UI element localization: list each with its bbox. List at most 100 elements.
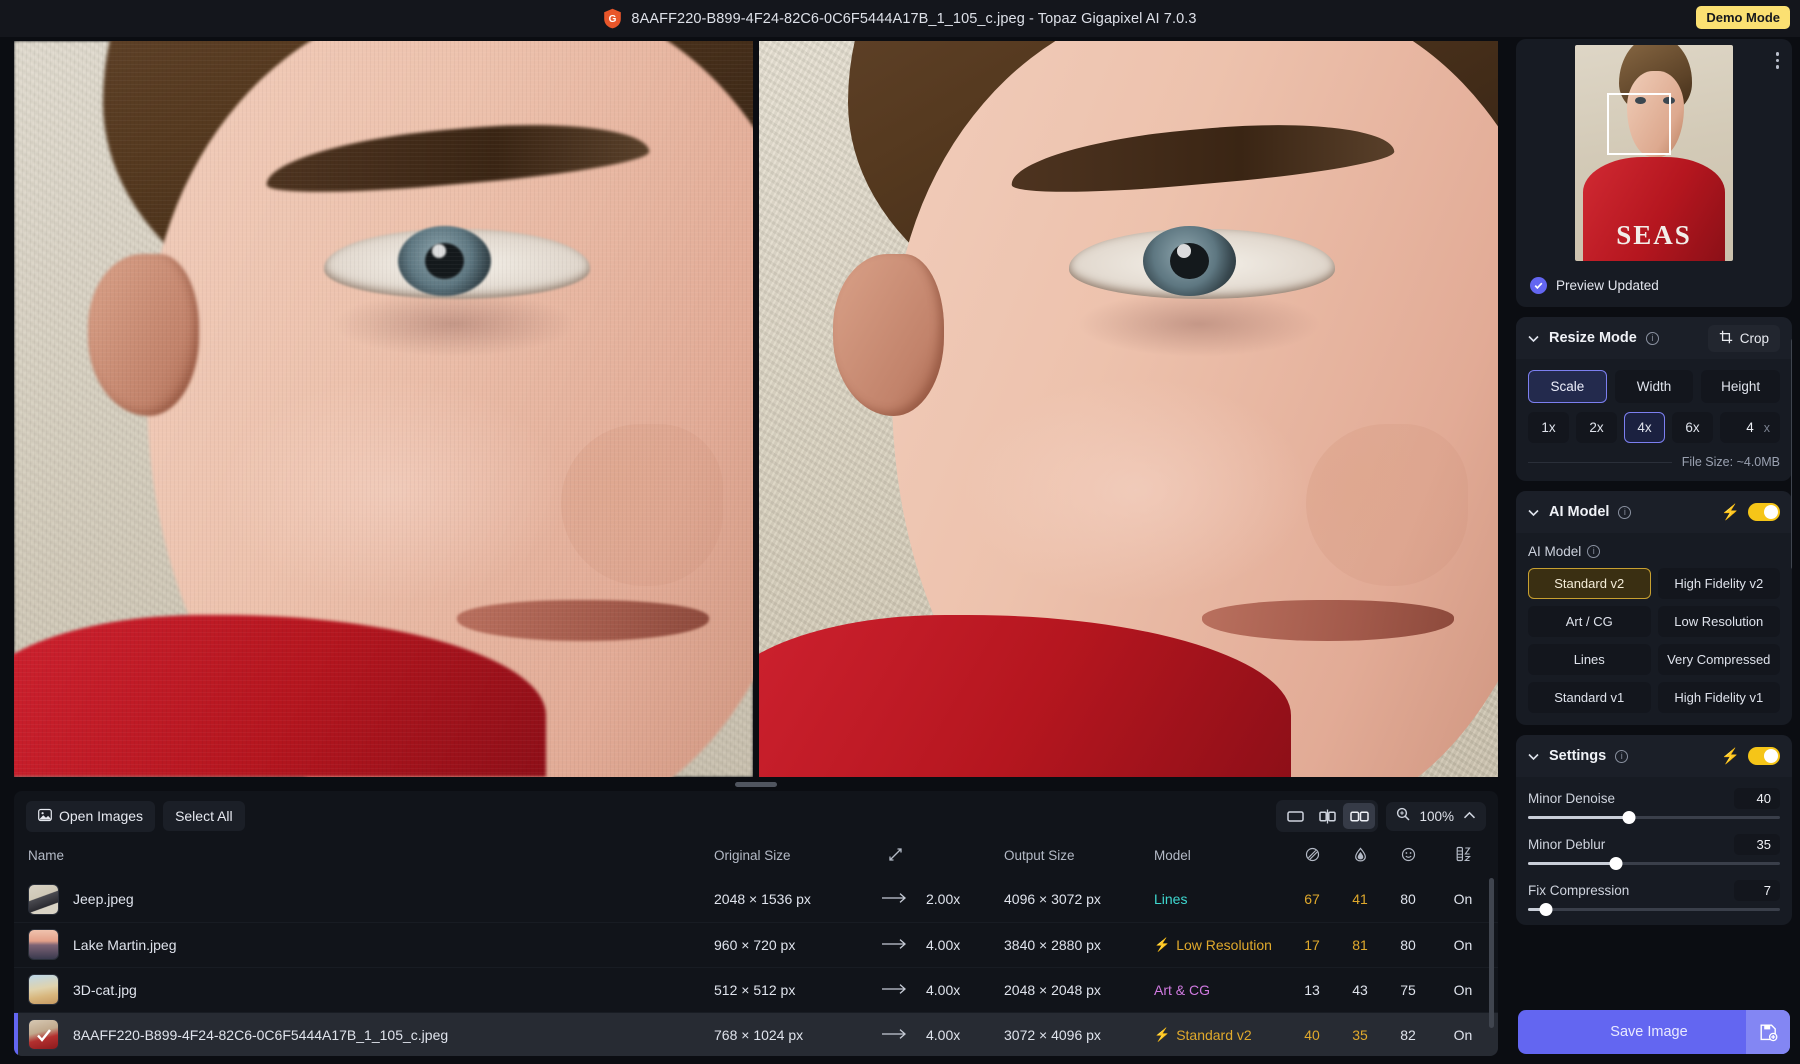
cell-name[interactable]: Jeep.jpeg: [14, 877, 714, 922]
select-all-button[interactable]: Select All: [163, 801, 245, 831]
slider-label: Fix Compression: [1528, 883, 1630, 898]
model-high-fidelity-v1[interactable]: High Fidelity v1: [1657, 682, 1780, 713]
model-lines[interactable]: Lines: [1528, 644, 1651, 675]
save-image-button[interactable]: Save Image: [1518, 1010, 1790, 1054]
header-model[interactable]: Model: [1154, 840, 1288, 877]
resize-mode-section: Resize Mode i Crop Scale Width Height 1x…: [1516, 317, 1792, 481]
row-file-name: Jeep.jpeg: [73, 891, 134, 908]
slider-track[interactable]: [1528, 903, 1780, 916]
row-model-label: Art & CG: [1154, 981, 1211, 998]
zoom-control[interactable]: 100%: [1386, 801, 1486, 831]
open-images-button[interactable]: Open Images: [26, 800, 156, 832]
info-icon[interactable]: i: [1615, 749, 1629, 763]
lightning-bolt-icon: ⚡: [1154, 937, 1171, 952]
resize-mode-height[interactable]: Height: [1701, 370, 1781, 403]
cell-original-size: 2048 × 1536 px: [714, 891, 811, 908]
info-icon[interactable]: i: [1618, 505, 1632, 519]
cell-model[interactable]: ⚡ Standard v2: [1154, 1012, 1288, 1056]
crop-button[interactable]: Crop: [1707, 324, 1780, 352]
cell-scale: 4.00x: [926, 981, 961, 998]
left-column: Open Images Select All 100% Name Origina…: [0, 37, 1512, 1064]
resize-mode-body: Scale Width Height 1x 2x 4x 6x 4 x File …: [1516, 359, 1792, 481]
file-table-scrollbar[interactable]: [1489, 878, 1494, 1028]
model-standard-v1[interactable]: Standard v1: [1528, 682, 1651, 713]
resize-arrow-icon: [864, 840, 926, 877]
row-delete-button[interactable]: [1494, 1012, 1498, 1056]
cell-denoise: 13: [1304, 981, 1320, 998]
cell-name[interactable]: 8AAFF220-B899-4F24-82C6-0C6F5444A17B_1_1…: [14, 1012, 714, 1056]
chevron-down-icon[interactable]: [1527, 506, 1540, 519]
slider-minor-denoise: Minor Denoise 40: [1528, 788, 1780, 824]
table-row[interactable]: 3D-cat.jpg 512 × 512 px 4.00x 2048 × 2048 p…: [14, 967, 1498, 1012]
scale-2x[interactable]: 2x: [1576, 412, 1617, 443]
cell-compression: On: [1453, 936, 1473, 953]
cell-name[interactable]: 3D-cat.jpg: [14, 967, 714, 1012]
image-comparison-preview[interactable]: [0, 37, 1512, 777]
save-file-icon[interactable]: [1746, 1010, 1790, 1054]
resize-mode-header[interactable]: Resize Mode i Crop: [1516, 317, 1792, 359]
slider-value[interactable]: 40: [1734, 788, 1780, 809]
chevron-down-icon[interactable]: [1527, 332, 1540, 345]
file-size-text: File Size: ~4.0MB: [1681, 455, 1780, 469]
settings-header[interactable]: Settings i ⚡: [1516, 735, 1792, 777]
row-delete-button[interactable]: [1494, 877, 1498, 922]
resize-mode-title: Resize Mode: [1549, 330, 1637, 346]
cell-model[interactable]: Art & CG: [1154, 967, 1288, 1012]
table-header-row: Name Original Size Output Size Model: [14, 840, 1498, 877]
slider-value[interactable]: 35: [1734, 834, 1780, 855]
preview-pane-original[interactable]: [14, 41, 753, 777]
table-row[interactable]: Jeep.jpeg 2048 × 1536 px 2.00x 4096 × 3072 …: [14, 877, 1498, 922]
slider-track[interactable]: [1528, 811, 1780, 824]
scale-4x[interactable]: 4x: [1624, 412, 1665, 443]
preview-pane-enhanced[interactable]: [759, 41, 1498, 777]
info-icon[interactable]: i: [1645, 331, 1659, 345]
ai-model-header[interactable]: AI Model i ⚡: [1516, 491, 1792, 533]
scale-6x[interactable]: 6x: [1672, 412, 1713, 443]
info-icon[interactable]: i: [1587, 545, 1601, 558]
resize-mode-scale[interactable]: Scale: [1528, 370, 1607, 403]
ai-model-toggle[interactable]: [1748, 503, 1780, 521]
ai-model-section: AI Model i ⚡ AI Model i Standard v2 High…: [1516, 491, 1792, 725]
cell-model[interactable]: ⚡ Low Resolution: [1154, 922, 1288, 967]
cell-model[interactable]: Lines: [1154, 877, 1288, 922]
row-delete-button[interactable]: [1494, 967, 1498, 1012]
cell-face: 75: [1400, 981, 1416, 998]
single-view-icon[interactable]: [1279, 803, 1311, 829]
title-wrap: G 8AAFF220-B899-4F24-82C6-0C6F5444A17B_1…: [603, 8, 1196, 29]
settings-toggle[interactable]: [1748, 747, 1780, 765]
header-name[interactable]: Name: [14, 840, 714, 877]
scale-1x[interactable]: 1x: [1528, 412, 1569, 443]
header-output-size[interactable]: Output Size: [1004, 840, 1154, 877]
chevron-up-icon[interactable]: [1463, 807, 1476, 825]
model-low-resolution[interactable]: Low Resolution: [1657, 606, 1780, 637]
row-arrow-icon: [864, 877, 926, 922]
sidebar-scrollbar[interactable]: [1791, 339, 1792, 569]
resize-mode-width[interactable]: Width: [1614, 370, 1694, 403]
chevron-down-icon[interactable]: [1527, 750, 1540, 763]
demo-mode-badge[interactable]: Demo Mode: [1696, 6, 1790, 29]
slider-track[interactable]: [1528, 857, 1780, 870]
model-very-compressed[interactable]: Very Compressed: [1657, 644, 1780, 675]
split-view-icon[interactable]: [1311, 803, 1343, 829]
scale-custom-input[interactable]: 4 x: [1720, 412, 1780, 443]
model-art-cg[interactable]: Art / CG: [1528, 606, 1651, 637]
slider-value[interactable]: 7: [1734, 880, 1780, 901]
preview-thumbnail-area[interactable]: SEAS: [1516, 39, 1792, 269]
ai-model-header-controls: ⚡: [1721, 503, 1780, 521]
denoise-circle-icon: [1288, 840, 1336, 877]
image-icon: [38, 808, 52, 825]
preview-thumbnail[interactable]: SEAS: [1575, 45, 1733, 261]
cell-name[interactable]: Lake Martin.jpeg: [14, 922, 714, 967]
preview-resize-handle[interactable]: [735, 781, 777, 787]
header-scale-spacer: [926, 840, 1004, 877]
table-row[interactable]: 8AAFF220-B899-4F24-82C6-0C6F5444A17B_1_1…: [14, 1012, 1498, 1056]
model-high-fidelity-v2[interactable]: High Fidelity v2: [1657, 568, 1780, 599]
side-by-side-view-icon[interactable]: [1343, 803, 1376, 829]
model-standard-v2[interactable]: Standard v2: [1528, 568, 1651, 599]
preview-crop-rect[interactable]: [1606, 92, 1672, 156]
header-original-size[interactable]: Original Size: [714, 840, 864, 877]
row-delete-button[interactable]: [1494, 922, 1498, 967]
ai-model-grid: Standard v2 High Fidelity v2 Art / CG Lo…: [1528, 568, 1780, 713]
table-row[interactable]: Lake Martin.jpeg 960 × 720 px 4.00x 3840 × …: [14, 922, 1498, 967]
svg-text:G: G: [609, 14, 617, 25]
